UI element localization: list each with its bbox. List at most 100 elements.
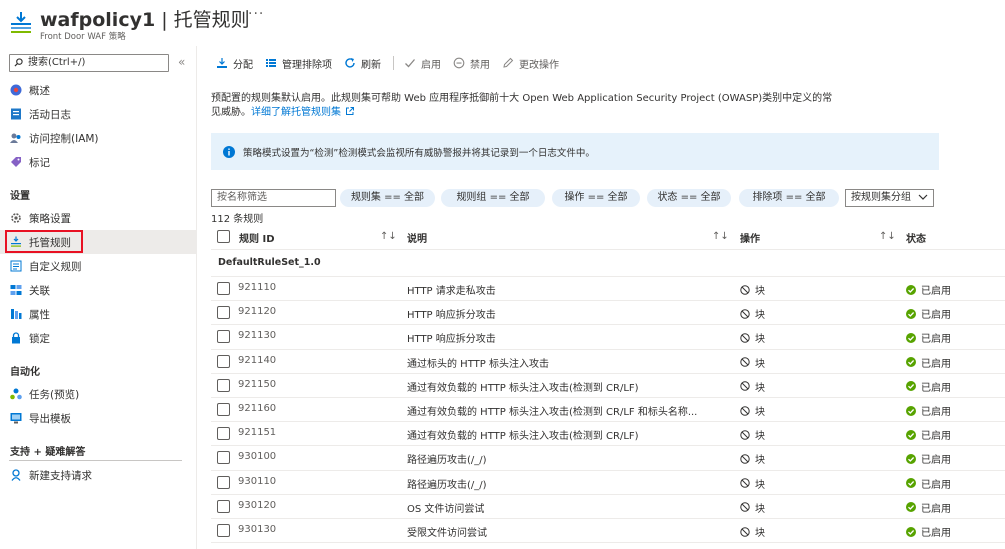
more-options-button[interactable]: ··· bbox=[248, 6, 264, 22]
row-checkbox[interactable] bbox=[217, 354, 230, 368]
status-filter-pill[interactable]: 状态 == 全部 bbox=[647, 189, 731, 207]
rule-action-label: 块 bbox=[755, 528, 765, 539]
rule-count: 112 条规则 bbox=[211, 214, 264, 225]
rule-id-cell: 930120 bbox=[238, 499, 277, 511]
table-row[interactable]: 930120 OS 文件访问尝试 块 已启用 bbox=[211, 493, 1005, 518]
sidebar-item-tags[interactable]: 标记 bbox=[0, 150, 196, 174]
chevron-down-icon bbox=[918, 194, 928, 200]
sidebar-item-label: 策略设置 bbox=[29, 212, 71, 225]
table-row[interactable]: 930130 受限文件访问尝试 块 已启用 bbox=[211, 518, 1005, 542]
enable-button[interactable]: 启用 bbox=[404, 56, 441, 71]
column-header-description[interactable]: 说明 bbox=[407, 226, 427, 248]
assign-label: 分配 bbox=[233, 59, 253, 71]
success-check-icon bbox=[906, 429, 916, 440]
sidebar-item-iam[interactable]: 访问控制(IAM) bbox=[0, 126, 196, 150]
rule-action-label: 块 bbox=[755, 382, 765, 394]
rulegroup-filter-pill[interactable]: 规则组 == 全部 bbox=[441, 189, 545, 207]
sidebar-item-activity-log[interactable]: 活动日志 bbox=[0, 102, 196, 126]
sidebar-item-locks[interactable]: 锁定 bbox=[0, 326, 196, 350]
block-icon bbox=[740, 526, 750, 537]
table-row[interactable]: 921140 通过标头的 HTTP 标头注入攻击 块 已启用 bbox=[211, 348, 1005, 373]
table-row[interactable]: 921160 通过有效负载的 HTTP 标头注入攻击(检测到 CR/LF 和标头名… bbox=[211, 397, 1005, 421]
select-all-checkbox[interactable] bbox=[217, 230, 230, 243]
ruleset-filter-pill[interactable]: 规则集 == 全部 bbox=[340, 189, 435, 207]
manage-exclusions-button[interactable]: 管理排除项 bbox=[265, 56, 332, 71]
table-row[interactable]: 921151 通过有效负载的 HTTP 标头注入攻击(检测到 CR/LF) 块 已启用 bbox=[211, 421, 1005, 445]
row-checkbox[interactable] bbox=[217, 499, 230, 513]
rule-status-label: 已启用 bbox=[921, 407, 951, 418]
success-check-icon bbox=[906, 502, 916, 513]
block-icon bbox=[740, 357, 750, 367]
exclusions-filter-pill[interactable]: 排除项 == 全部 bbox=[739, 189, 839, 207]
search-placeholder: 搜索(Ctrl+/) bbox=[28, 57, 86, 68]
row-checkbox[interactable] bbox=[217, 403, 230, 416]
rule-action-cell: 块 bbox=[740, 427, 765, 442]
action-filter-pill[interactable]: 操作 == 全部 bbox=[552, 189, 640, 207]
change-action-button[interactable]: 更改操作 bbox=[502, 56, 559, 71]
table-row-partial bbox=[211, 542, 1005, 549]
table-row[interactable]: 921130 HTTP 响应拆分攻击 块 已启用 bbox=[211, 324, 1005, 348]
column-header-status[interactable]: 状态 bbox=[906, 226, 926, 248]
column-header-action[interactable]: 操作 bbox=[740, 226, 760, 248]
table-row[interactable]: 921150 通过有效负载的 HTTP 标头注入攻击(检测到 CR/LF) 块 已启用 bbox=[211, 372, 1005, 397]
table-row[interactable]: 930110 路径遍历攻击(/_/) 块 已启用 bbox=[211, 469, 1005, 494]
sidebar-item-managed-rules[interactable]: 托管规则 bbox=[0, 230, 196, 254]
manage-exclusions-label: 管理排除项 bbox=[282, 59, 332, 71]
external-link-icon bbox=[346, 107, 354, 115]
row-checkbox[interactable] bbox=[217, 475, 230, 489]
sidebar-item-policy-settings[interactable]: 策略设置 bbox=[0, 206, 196, 230]
overview-icon bbox=[10, 84, 22, 96]
success-check-icon bbox=[906, 405, 916, 416]
section-name: 托管规则 bbox=[173, 9, 250, 31]
row-checkbox[interactable] bbox=[217, 524, 230, 537]
row-checkbox[interactable] bbox=[217, 330, 230, 344]
block-icon bbox=[740, 333, 750, 343]
sidebar-item-properties[interactable]: 属性 bbox=[0, 302, 196, 326]
managed-rules-icon bbox=[11, 12, 31, 33]
rule-action-label: 块 bbox=[755, 455, 765, 467]
rule-action-cell: 块 bbox=[740, 476, 765, 491]
sort-rule-id-icon[interactable]: ↑↓ bbox=[380, 231, 397, 242]
rule-description-cell: 通过有效负载的 HTTP 标头注入攻击(检测到 CR/LF) bbox=[407, 431, 639, 443]
rule-status-cell: 已启用 bbox=[906, 282, 951, 297]
success-check-icon bbox=[906, 357, 916, 368]
table-row[interactable]: 921110 HTTP 请求走私攻击 块 已启用 bbox=[211, 276, 1005, 300]
sidebar-item-overview[interactable]: 概述 bbox=[0, 78, 196, 102]
row-checkbox[interactable] bbox=[217, 427, 230, 441]
filter-by-name-input[interactable]: 按名称筛选 bbox=[211, 189, 336, 207]
sort-description-icon[interactable]: ↑↓ bbox=[712, 231, 729, 242]
sidebar-item-label: 活动日志 bbox=[29, 108, 71, 121]
disable-button[interactable]: 禁用 bbox=[453, 56, 490, 71]
column-header-rule-id[interactable]: 规则 ID bbox=[239, 226, 275, 248]
rule-description-cell: 路径遍历攻击(/_/) bbox=[407, 455, 487, 467]
row-checkbox[interactable] bbox=[217, 378, 230, 392]
sidebar-item-export-template[interactable]: 导出模板 bbox=[0, 406, 196, 430]
collapse-sidebar-button[interactable]: « bbox=[178, 55, 185, 69]
group-by-dropdown[interactable]: 按规则集分组 bbox=[845, 189, 934, 207]
table-row[interactable]: 921120 HTTP 响应拆分攻击 块 已启用 bbox=[211, 300, 1005, 324]
search-input[interactable]: 搜索(Ctrl+/) bbox=[9, 54, 169, 72]
row-checkbox[interactable] bbox=[217, 282, 230, 295]
rule-action-label: 块 bbox=[755, 334, 765, 346]
learn-more-link[interactable]: 详细了解托管规则集 bbox=[251, 107, 341, 118]
sort-action-icon[interactable]: ↑↓ bbox=[879, 231, 896, 242]
row-checkbox[interactable] bbox=[217, 451, 230, 465]
sidebar-item-custom-rules[interactable]: 自定义规则 bbox=[0, 254, 196, 278]
rule-action-cell: 块 bbox=[740, 403, 765, 418]
disable-label: 禁用 bbox=[470, 59, 490, 71]
rule-action-cell: 块 bbox=[740, 282, 765, 297]
success-check-icon bbox=[906, 453, 916, 464]
rule-status-label: 已启用 bbox=[921, 334, 951, 346]
sidebar-item-new-support-request[interactable]: 新建支持请求 bbox=[0, 463, 196, 487]
table-row[interactable]: 930100 路径遍历攻击(/_/) 块 已启用 bbox=[211, 445, 1005, 469]
rule-description-cell: 通过有效负载的 HTTP 标头注入攻击(检测到 CR/LF 和标头名称... bbox=[407, 407, 698, 418]
sidebar-item-tasks[interactable]: 任务(预览) bbox=[0, 382, 196, 406]
sidebar-item-associations[interactable]: 关联 bbox=[0, 278, 196, 302]
title-separator: | bbox=[155, 9, 174, 31]
rule-action-cell: 块 bbox=[740, 524, 765, 539]
row-checkbox[interactable] bbox=[217, 306, 230, 320]
refresh-button[interactable]: 刷新 bbox=[344, 56, 381, 71]
sidebar-item-label: 标记 bbox=[29, 156, 50, 169]
assign-button[interactable]: 分配 bbox=[216, 56, 253, 71]
rule-status-cell: 已启用 bbox=[906, 355, 951, 370]
